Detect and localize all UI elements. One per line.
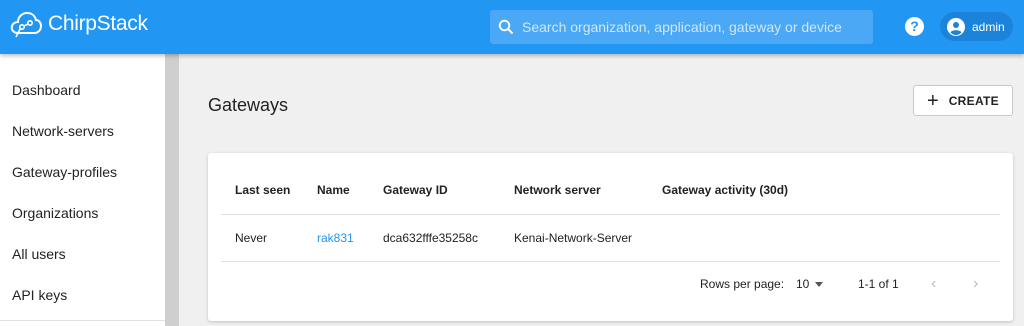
gateway-name-link[interactable]: rak831 — [317, 231, 354, 245]
cell-gateway-id: dca632fffe35258c — [383, 231, 478, 245]
dropdown-arrow-icon[interactable] — [815, 282, 823, 287]
chirpstack-logo-icon — [10, 11, 42, 38]
app-bar: ChirpStack ? admin — [0, 0, 1024, 54]
rows-per-page-label: Rows per page: — [700, 277, 785, 291]
logo[interactable]: ChirpStack — [10, 9, 148, 39]
account-circle-icon — [947, 17, 965, 36]
sidebar-item-api-keys[interactable]: API keys — [0, 274, 165, 315]
rows-per-page-select[interactable]: 10 — [796, 277, 809, 291]
column-header-name: Name — [317, 183, 350, 197]
search-icon — [498, 19, 514, 35]
column-header-gateway-activity: Gateway activity (30d) — [662, 183, 789, 197]
gateways-table-card: Last seen Name Gateway ID Network server… — [208, 153, 1013, 321]
search-bar[interactable] — [490, 10, 873, 44]
sidebar-divider — [0, 320, 165, 321]
sidebar-item-network-servers[interactable]: Network-servers — [0, 110, 165, 151]
table-header: Last seen Name Gateway ID Network server… — [221, 179, 1000, 215]
sidebar-item-all-users[interactable]: All users — [0, 233, 165, 274]
sidebar-item-gateway-profiles[interactable]: Gateway-profiles — [0, 151, 165, 192]
previous-page-icon[interactable]: ‹ — [931, 275, 936, 293]
help-icon[interactable]: ? — [905, 17, 924, 36]
app-name: ChirpStack — [48, 12, 148, 35]
pagination-range: 1-1 of 1 — [858, 277, 899, 291]
cell-network-server: Kenai-Network-Server — [514, 231, 633, 245]
table-pagination: Rows per page: 10 1-1 of 1 ‹ › — [208, 262, 1013, 321]
create-button-label: CREATE — [948, 93, 999, 108]
column-header-last-seen: Last seen — [235, 183, 291, 197]
plus-icon: + — [927, 89, 939, 112]
create-button[interactable]: + CREATE — [913, 85, 1013, 116]
column-header-gateway-id: Gateway ID — [383, 183, 448, 197]
table-row[interactable]: Never rak831 dca632fffe35258c Kenai-Netw… — [221, 215, 1000, 262]
cell-last-seen: Never — [235, 231, 268, 245]
page-title: Gateways — [208, 95, 289, 115]
search-input[interactable] — [522, 19, 862, 35]
sidebar-item-dashboard[interactable]: Dashboard — [0, 69, 165, 110]
sidebar-item-organizations[interactable]: Organizations — [0, 192, 165, 233]
user-name: admin — [972, 19, 1005, 34]
next-page-icon[interactable]: › — [973, 275, 978, 293]
user-menu-button[interactable]: admin — [940, 12, 1013, 41]
sidebar: Dashboard Network-servers Gateway-profil… — [0, 54, 165, 326]
column-header-network-server: Network server — [514, 183, 601, 197]
sidebar-scrollbar[interactable] — [165, 54, 179, 326]
